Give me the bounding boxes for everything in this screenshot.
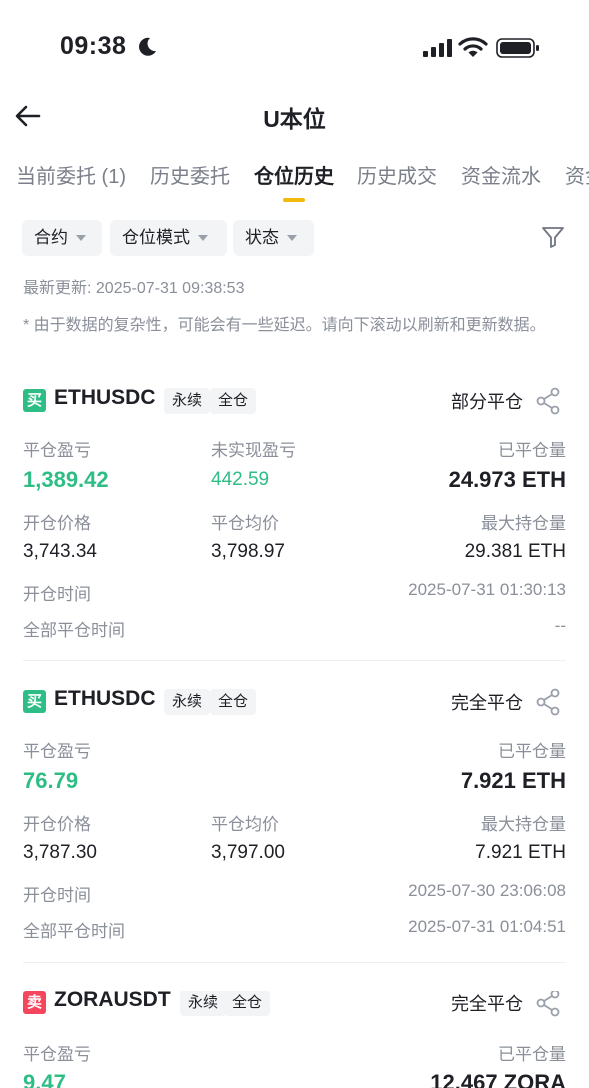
signal-icon bbox=[423, 39, 452, 57]
delay-notice: * 由于数据的复杂性，可能会有一些延迟。请向下滚动以刷新和更新数据。 bbox=[23, 317, 546, 334]
close-pnl-value: 76.79 bbox=[23, 768, 79, 793]
side-badge: 卖 bbox=[23, 991, 46, 1014]
avg-close-price-value: 3,798.97 bbox=[211, 541, 285, 562]
share-icon[interactable] bbox=[535, 688, 561, 716]
entry-price-label: 开仓价格 bbox=[23, 815, 91, 834]
open-time-label: 开仓时间 bbox=[23, 886, 91, 905]
position-status: 完全平仓 bbox=[451, 994, 523, 1014]
close-pnl-value: 9.47 bbox=[23, 1070, 66, 1088]
full-close-time-label: 全部平仓时间 bbox=[23, 922, 125, 941]
filter-icon[interactable] bbox=[540, 224, 566, 250]
open-time-value: 2025-07-31 01:30:13 bbox=[408, 580, 566, 599]
closed-qty-value: 24.973 ETH bbox=[448, 467, 566, 492]
last-updated-text: 最新更新: 2025-07-31 09:38:53 bbox=[23, 280, 245, 297]
status-bar: 09:38 bbox=[0, 0, 589, 96]
position-card[interactable]: 买 ETHUSDC 永续 全仓 完全平仓 平仓盈亏 已平仓量 76.79 7.9… bbox=[0, 687, 589, 941]
close-pnl-label: 平仓盈亏 bbox=[23, 441, 91, 460]
close-pnl-label: 平仓盈亏 bbox=[23, 742, 91, 761]
side-badge: 买 bbox=[23, 690, 46, 713]
max-position-value: 7.921 ETH bbox=[475, 842, 566, 863]
avg-close-price-value: 3,797.00 bbox=[211, 842, 285, 863]
max-position-label: 最大持仓量 bbox=[481, 514, 566, 533]
open-time-label: 开仓时间 bbox=[23, 585, 91, 604]
tab-funds[interactable]: 资金 bbox=[565, 160, 589, 189]
active-tab-indicator bbox=[283, 198, 305, 202]
closed-qty-label: 已平仓量 bbox=[498, 1045, 566, 1064]
max-position-label: 最大持仓量 bbox=[481, 815, 566, 834]
tab-trade-history[interactable]: 历史成交 bbox=[357, 160, 437, 189]
position-status: 完全平仓 bbox=[451, 693, 523, 713]
entry-price-value: 3,743.34 bbox=[23, 541, 97, 562]
margin-mode-tag: 全仓 bbox=[210, 689, 257, 715]
avg-close-price-label: 平仓均价 bbox=[211, 815, 279, 834]
divider bbox=[23, 660, 566, 661]
filter-row: 合约 仓位模式 状态 bbox=[22, 220, 567, 256]
position-card[interactable]: 买 ETHUSDC 永续 全仓 部分平仓 平仓盈亏 未实现盈亏 已平仓量 1,3… bbox=[0, 386, 589, 640]
moon-icon bbox=[139, 37, 156, 56]
position-status: 部分平仓 bbox=[451, 392, 523, 412]
share-icon[interactable] bbox=[535, 387, 561, 415]
chevron-down-icon bbox=[76, 235, 86, 241]
tab-position-history[interactable]: 仓位历史 bbox=[254, 160, 334, 189]
closed-qty-value: 7.921 ETH bbox=[460, 768, 566, 793]
margin-mode-tag: 全仓 bbox=[210, 388, 257, 414]
position-mode-filter-label: 仓位模式 bbox=[122, 228, 190, 247]
margin-mode-tag: 全仓 bbox=[224, 991, 271, 1016]
unrealized-pnl-label: 未实现盈亏 bbox=[211, 441, 296, 460]
status-filter[interactable]: 状态 bbox=[233, 220, 314, 256]
closed-qty-label: 已平仓量 bbox=[498, 742, 566, 761]
share-icon[interactable] bbox=[535, 991, 561, 1017]
chevron-down-icon bbox=[287, 235, 297, 241]
full-close-time-label: 全部平仓时间 bbox=[23, 621, 125, 640]
open-time-value: 2025-07-30 23:06:08 bbox=[408, 881, 566, 900]
tab-open-orders[interactable]: 当前委托 (1) bbox=[16, 160, 126, 189]
close-pnl-label: 平仓盈亏 bbox=[23, 1045, 91, 1064]
tab-order-history[interactable]: 历史委托 bbox=[150, 160, 230, 189]
position-mode-filter[interactable]: 仓位模式 bbox=[110, 220, 227, 256]
max-position-value: 29.381 ETH bbox=[464, 541, 566, 562]
closed-qty-value: 12.467 ZORA bbox=[430, 1070, 566, 1088]
battery-icon bbox=[496, 38, 539, 58]
wifi-icon bbox=[458, 37, 488, 57]
avg-close-price-label: 平仓均价 bbox=[211, 514, 279, 533]
close-pnl-value: 1,389.42 bbox=[23, 467, 109, 492]
unrealized-pnl-value: 442.59 bbox=[211, 469, 270, 490]
position-card[interactable]: 卖 ZORAUSDT 永续 全仓 完全平仓 平仓盈亏 已平仓量 9.47 12.… bbox=[0, 991, 589, 1088]
symbol: ETHUSDC bbox=[54, 386, 156, 409]
status-time: 09:38 bbox=[60, 32, 127, 60]
contract-filter-label: 合约 bbox=[34, 228, 68, 247]
symbol: ETHUSDC bbox=[54, 687, 156, 710]
contract-type-tag: 永续 bbox=[180, 991, 227, 1016]
contract-filter[interactable]: 合约 bbox=[22, 220, 102, 256]
tab-transaction-history[interactable]: 资金流水 bbox=[461, 160, 541, 189]
chevron-down-icon bbox=[198, 235, 208, 241]
contract-type-tag: 永续 bbox=[164, 388, 211, 414]
page-title: U本位 bbox=[263, 106, 326, 132]
status-filter-label: 状态 bbox=[245, 228, 279, 247]
contract-type-tag: 永续 bbox=[164, 689, 211, 715]
entry-price-value: 3,787.30 bbox=[23, 842, 97, 863]
closed-qty-label: 已平仓量 bbox=[498, 441, 566, 460]
full-close-time-value: -- bbox=[554, 616, 566, 635]
symbol: ZORAUSDT bbox=[54, 991, 171, 1011]
full-close-time-value: 2025-07-31 01:04:51 bbox=[408, 917, 566, 936]
entry-price-label: 开仓价格 bbox=[23, 514, 91, 533]
side-badge: 买 bbox=[23, 389, 46, 412]
divider bbox=[23, 962, 566, 963]
